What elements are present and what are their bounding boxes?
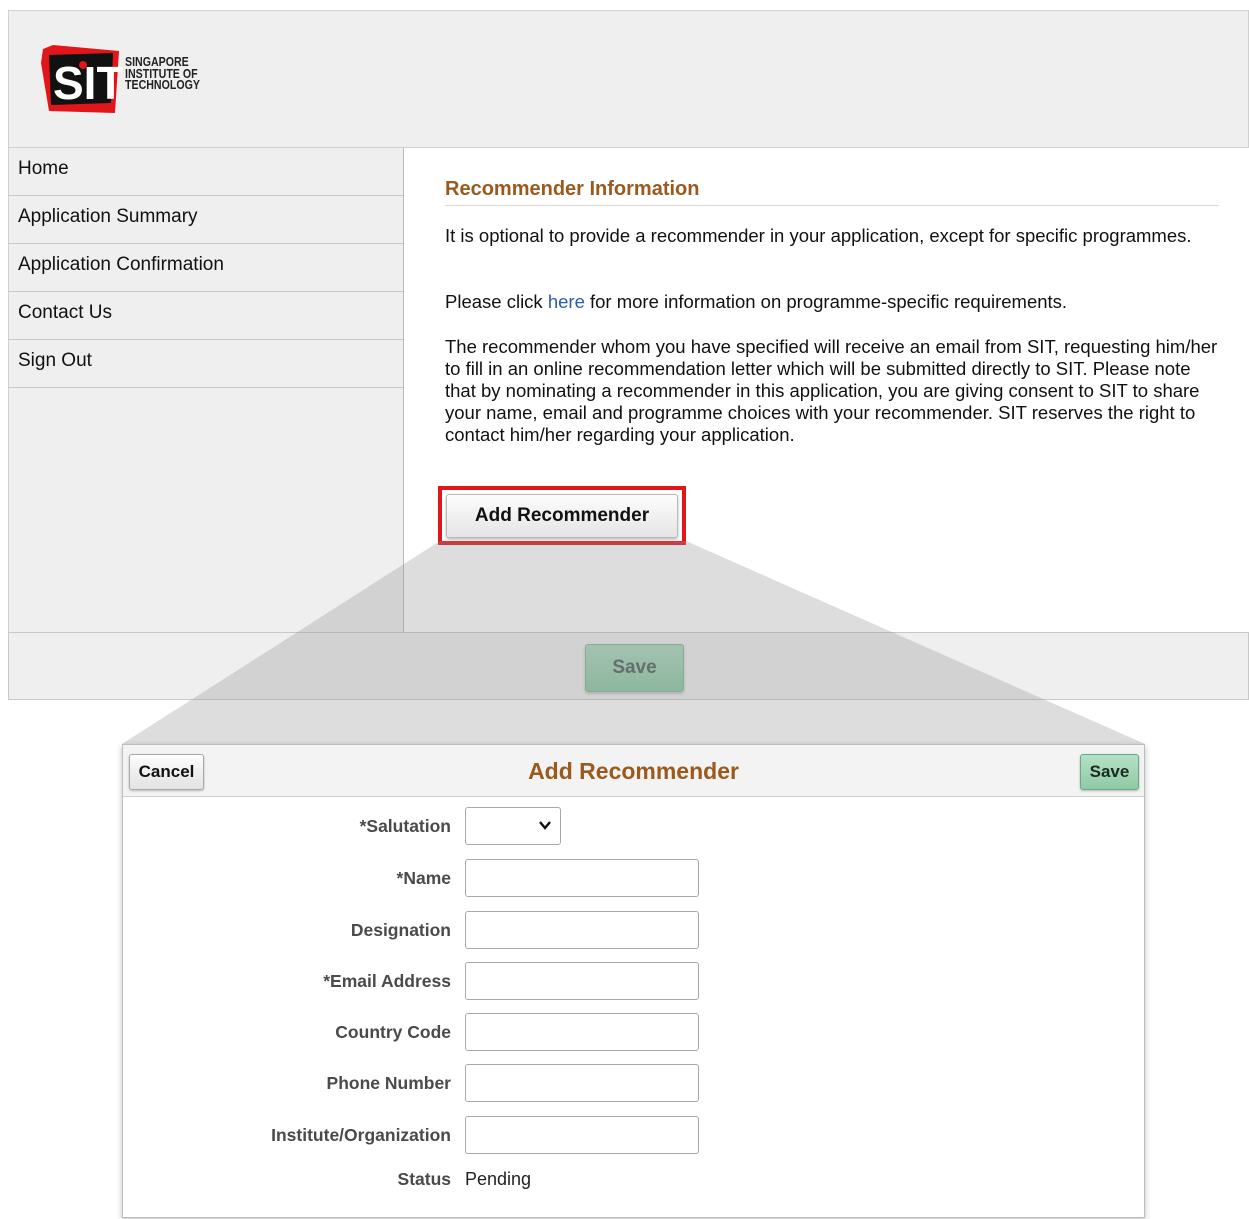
svg-text:SIT: SIT <box>53 57 123 109</box>
sidebar-item-sign-out[interactable]: Sign Out <box>9 340 403 388</box>
save-button[interactable]: Save <box>585 644 684 692</box>
sit-logo-mark: SIT <box>41 45 125 113</box>
designation-row: Designation <box>123 911 1144 949</box>
institute-row: Institute/Organization <box>123 1116 1144 1154</box>
name-field[interactable] <box>465 859 699 897</box>
country-code-label: Country Code <box>335 1022 451 1042</box>
application-page: SIT SINGAPORE INSTITUTE OF TECHNOLOGY Ho… <box>8 10 1249 700</box>
section-title: Recommender Information <box>445 178 1219 206</box>
name-row: *Name <box>123 859 1144 897</box>
country-code-field[interactable] <box>465 1013 699 1051</box>
email-label: *Email Address <box>323 971 451 991</box>
requirements-text: Please click here for more information o… <box>445 291 1225 313</box>
sidebar-nav: Home Application Summary Application Con… <box>8 148 404 632</box>
institute-label: Institute/Organization <box>271 1125 451 1145</box>
add-recommender-button[interactable]: Add Recommender <box>446 494 678 538</box>
country-code-row: Country Code <box>123 1013 1144 1051</box>
main-content: Recommender Information It is optional t… <box>404 148 1249 632</box>
salutation-label: *Salutation <box>359 816 451 836</box>
cancel-button[interactable]: Cancel <box>129 754 204 790</box>
email-row: *Email Address <box>123 962 1144 1000</box>
modal-header: Add Recommender Cancel Save <box>123 745 1144 797</box>
status-label: Status <box>397 1169 451 1189</box>
modal-title: Add Recommender <box>528 758 739 784</box>
sit-logo: SIT SINGAPORE INSTITUTE OF TECHNOLOGY <box>41 41 221 121</box>
modal-save-button[interactable]: Save <box>1080 754 1139 790</box>
chevron-down-icon <box>539 821 551 830</box>
page-footer: Save <box>8 632 1249 700</box>
requirements-text-before: Please click <box>445 291 548 312</box>
consent-text: The recommender whom you have specified … <box>445 336 1218 445</box>
designation-field[interactable] <box>465 911 699 949</box>
phone-number-field[interactable] <box>465 1064 699 1102</box>
email-field[interactable] <box>465 962 699 1000</box>
status-row: Status Pending <box>123 1160 1144 1198</box>
here-link[interactable]: here <box>548 291 585 312</box>
sidebar-item-contact-us[interactable]: Contact Us <box>9 292 403 340</box>
name-label: *Name <box>396 868 451 888</box>
optional-info-text: It is optional to provide a recommender … <box>445 225 1192 246</box>
logo-line-3: TECHNOLOGY <box>125 78 200 92</box>
requirements-text-after: for more information on programme-specif… <box>584 291 1068 312</box>
add-recommender-modal: Add Recommender Cancel Save *Salutation … <box>122 744 1145 1218</box>
sidebar-item-home[interactable]: Home <box>9 148 403 196</box>
logo-wordmark: SINGAPORE INSTITUTE OF TECHNOLOGY <box>125 56 200 92</box>
sidebar-item-application-confirmation[interactable]: Application Confirmation <box>9 244 403 292</box>
sidebar-item-application-summary[interactable]: Application Summary <box>9 196 403 244</box>
salutation-row: *Salutation <box>123 807 1144 845</box>
status-value: Pending <box>465 1169 532 1189</box>
institute-field[interactable] <box>465 1116 699 1154</box>
phone-number-label: Phone Number <box>326 1073 451 1093</box>
page-header: SIT SINGAPORE INSTITUTE OF TECHNOLOGY <box>8 10 1249 148</box>
salutation-select[interactable] <box>465 807 561 845</box>
phone-number-row: Phone Number <box>123 1064 1144 1102</box>
designation-label: Designation <box>350 920 451 940</box>
